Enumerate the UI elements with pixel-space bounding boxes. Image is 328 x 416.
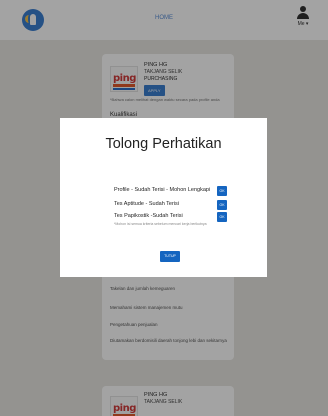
status-row-profile: Profile - Sudah Terisi - Mohon Lengkapi … xyxy=(114,186,227,196)
attention-modal: Tolong Perhatikan Profile - Sudah Terisi… xyxy=(60,118,267,277)
status-row-aptitude: Tes Aptitude - Sudah Terisi OK xyxy=(114,200,227,210)
status-text: Profile - Sudah Terisi - Mohon Lengkapi xyxy=(114,187,211,193)
modal-note: *Mohon isi semua kriteria sebelum mencar… xyxy=(114,222,207,226)
close-button[interactable]: TUTUP xyxy=(160,251,180,262)
status-ok-button[interactable]: OK xyxy=(217,200,227,210)
modal-title: Tolong Perhatikan xyxy=(105,136,222,152)
status-row-papikostik: Tes Papikostik -Sudah Terisi OK xyxy=(114,212,227,222)
status-text: Tes Aptitude - Sudah Terisi xyxy=(114,201,180,207)
status-ok-button[interactable]: OK xyxy=(217,212,227,222)
status-text: Tes Papikostik -Sudah Terisi xyxy=(114,213,183,219)
status-ok-button[interactable]: OK xyxy=(217,186,227,196)
